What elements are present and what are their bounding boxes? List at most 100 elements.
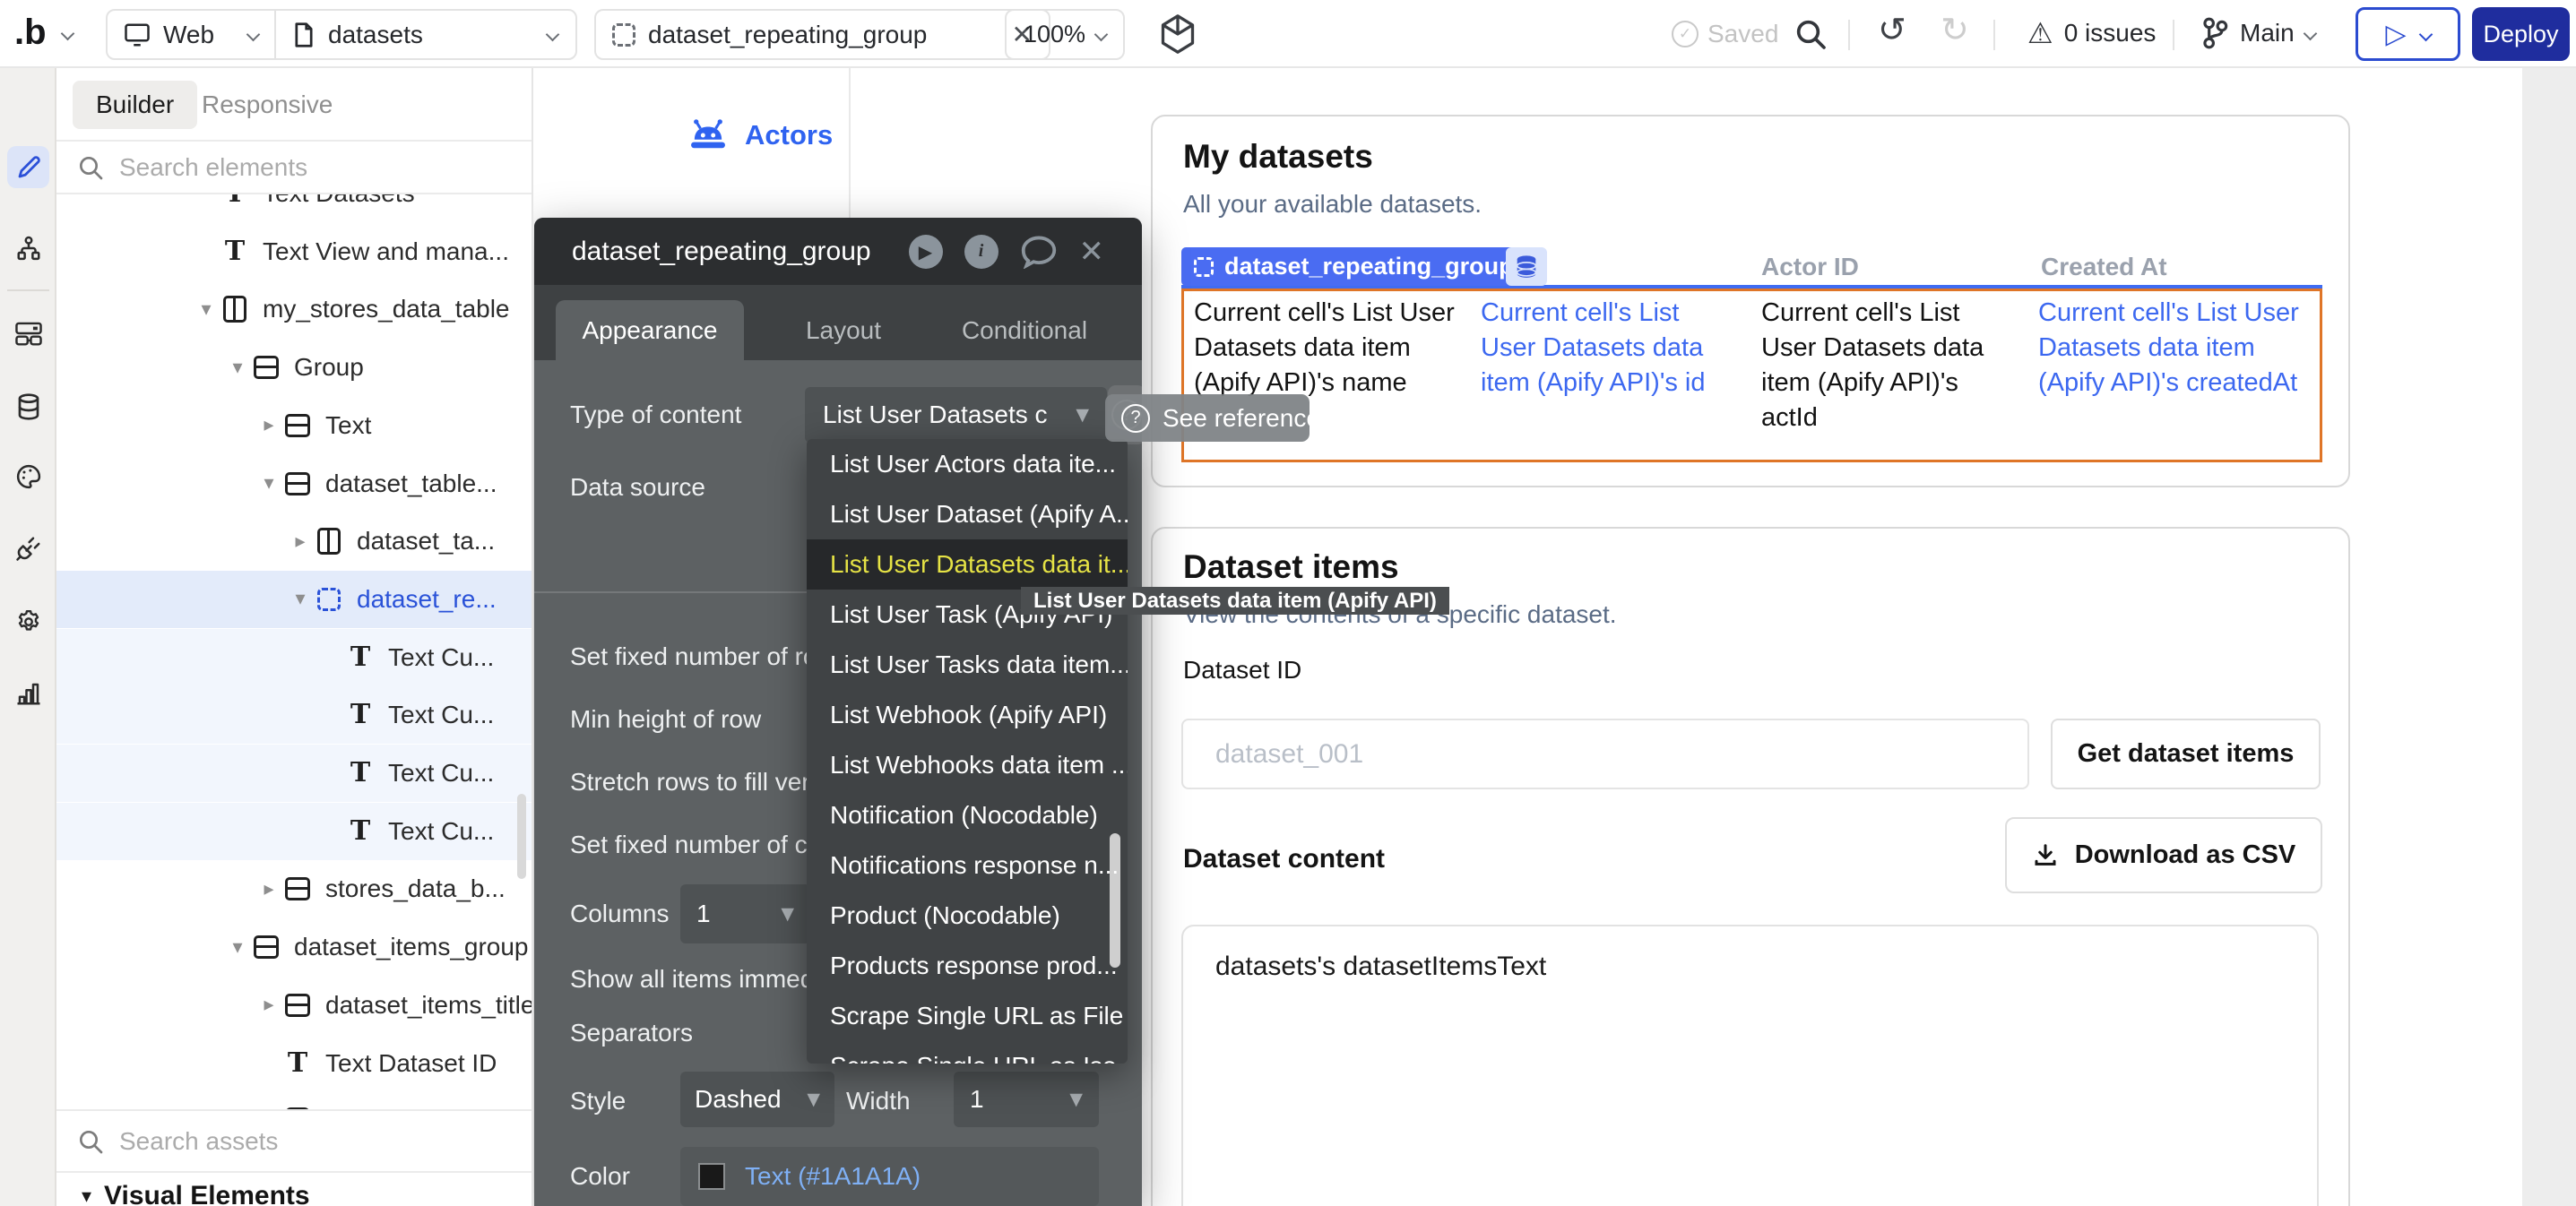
search-elements-field[interactable]: Search elements bbox=[56, 142, 532, 194]
tree-item[interactable]: ▸dataset_items_in... bbox=[56, 1092, 532, 1109]
tree-item[interactable]: ▾my_stores_data_table bbox=[56, 280, 532, 338]
tab-layout[interactable]: Layout bbox=[758, 300, 929, 360]
type-of-content-dropdown[interactable]: List User Datasets c ▼ bbox=[805, 387, 1107, 443]
undo-button[interactable]: ↺ bbox=[1878, 12, 1906, 47]
redo-button[interactable]: ↻ bbox=[1941, 12, 1969, 47]
branch-name: Main bbox=[2240, 19, 2295, 47]
issues-indicator[interactable]: ⚠ 0 issues bbox=[2027, 16, 2156, 50]
platform-label: Web bbox=[163, 21, 214, 49]
page-selector[interactable]: datasets bbox=[276, 11, 575, 58]
table-cell[interactable]: Current cell's List User Datasets data i… bbox=[1194, 296, 1467, 401]
platform-selector[interactable]: Web bbox=[108, 11, 276, 58]
tree-item[interactable]: TText Datasets bbox=[56, 194, 532, 222]
preview-element-icon[interactable]: ▶ bbox=[909, 235, 943, 269]
expand-arrow-icon[interactable]: ▸ bbox=[254, 414, 284, 436]
tab-appearance[interactable]: Appearance bbox=[556, 300, 744, 360]
comment-icon[interactable] bbox=[1020, 235, 1058, 269]
dropdown-option[interactable]: Product (Nocodable) bbox=[807, 891, 1128, 941]
rail-data-button[interactable] bbox=[7, 385, 49, 427]
rail-settings-button[interactable] bbox=[7, 600, 49, 642]
dropdown-option[interactable]: List Webhook (Apify API) bbox=[807, 690, 1128, 740]
table-cell[interactable]: Current cell's List User Datasets data i… bbox=[1481, 296, 1736, 401]
search-assets-field[interactable]: Search assets bbox=[56, 1109, 532, 1171]
columns-stepper[interactable]: 1 ▼ bbox=[680, 884, 810, 943]
collapse-arrow-icon[interactable]: ▾ bbox=[191, 298, 221, 321]
close-icon[interactable]: ✕ bbox=[1079, 234, 1105, 270]
table-cell[interactable]: Current cell's List User Datasets data i… bbox=[1761, 296, 2021, 435]
separator-style-dropdown[interactable]: Dashed ▼ bbox=[680, 1072, 834, 1127]
tree-item[interactable]: ▸Text bbox=[56, 397, 532, 454]
tree-item[interactable]: TText Cu... bbox=[56, 745, 532, 802]
info-icon[interactable]: i bbox=[964, 235, 998, 269]
tree-item[interactable]: ▸dataset_ta... bbox=[56, 513, 532, 570]
collapse-arrow-icon[interactable]: ▾ bbox=[285, 588, 316, 610]
rg-element-icon bbox=[316, 588, 342, 611]
tab-builder[interactable]: Builder bbox=[73, 81, 197, 129]
preview-button[interactable]: ▷ bbox=[2356, 7, 2460, 61]
rail-design-button[interactable] bbox=[7, 146, 49, 188]
tree-item[interactable]: TText Dataset ID bbox=[56, 1035, 532, 1092]
selected-element-chip-label: dataset_repeating_group bbox=[1224, 253, 1514, 280]
property-editor-header[interactable]: dataset_repeating_group ▶ i ✕ bbox=[534, 218, 1142, 285]
tree-item[interactable]: TText Cu... bbox=[56, 803, 532, 860]
dropdown-option[interactable]: Notification (Nocodable) bbox=[807, 790, 1128, 840]
deploy-button[interactable]: Deploy bbox=[2472, 7, 2570, 61]
logo-menu-button[interactable] bbox=[63, 27, 73, 43]
dropdown-option[interactable]: Scrape Single URL as File ... bbox=[807, 991, 1128, 1041]
separator-width-dropdown[interactable]: 1 ▼ bbox=[954, 1072, 1099, 1127]
separator-color-field[interactable]: Text (#1A1A1A) bbox=[680, 1147, 1099, 1206]
collapse-arrow-icon[interactable]: ▾ bbox=[254, 472, 284, 495]
open-tab[interactable]: dataset_repeating_group ✕ bbox=[594, 9, 1050, 60]
dataset-items-title: Dataset items bbox=[1183, 548, 1399, 586]
dropdown-option[interactable]: List User Actors data ite... bbox=[807, 439, 1128, 489]
download-csv-button[interactable]: Download as CSV bbox=[2005, 817, 2322, 893]
dropdown-option[interactable]: Products response prod... bbox=[807, 941, 1128, 991]
tree-scrollbar[interactable] bbox=[517, 794, 526, 879]
tree-item[interactable]: TText Cu... bbox=[56, 629, 532, 686]
rail-logs-button[interactable] bbox=[7, 672, 49, 714]
tab-conditional[interactable]: Conditional bbox=[929, 300, 1120, 360]
dropdown-option[interactable]: Notifications response n... bbox=[807, 840, 1128, 891]
tree-item[interactable]: TText View and mana... bbox=[56, 223, 532, 280]
dropdown-option[interactable]: List User Dataset (Apify A... bbox=[807, 489, 1128, 539]
tree-item[interactable]: ▾dataset_re... bbox=[56, 571, 532, 628]
rail-hierarchy-button[interactable] bbox=[7, 227, 49, 269]
expand-arrow-icon[interactable]: ▸ bbox=[254, 994, 284, 1016]
zoom-selector[interactable]: 100% bbox=[1005, 9, 1125, 60]
rail-styles-button[interactable] bbox=[7, 455, 49, 497]
text-element-icon: T bbox=[347, 702, 374, 728]
tab-responsive[interactable]: Responsive bbox=[189, 81, 345, 129]
get-dataset-items-button[interactable]: Get dataset items bbox=[2051, 719, 2321, 789]
dropdown-option[interactable]: List Webhooks data item ... bbox=[807, 740, 1128, 790]
branch-selector[interactable]: Main bbox=[2200, 16, 2315, 50]
tree-item[interactable]: ▾dataset_items_group bbox=[56, 918, 532, 976]
expand-arrow-icon[interactable]: ▸ bbox=[254, 878, 284, 900]
selected-element-chip[interactable]: dataset_repeating_group bbox=[1181, 247, 1526, 286]
table-cell[interactable]: Current cell's List User Datasets data i… bbox=[2038, 296, 2327, 401]
tree-item[interactable]: ▸dataset_items_title bbox=[56, 977, 532, 1034]
data-source-chip[interactable] bbox=[1506, 247, 1547, 286]
rail-plugins-button[interactable] bbox=[7, 527, 49, 569]
expand-arrow-icon[interactable]: ▸ bbox=[285, 530, 316, 553]
tree-item[interactable]: ▾ Group bbox=[56, 339, 532, 396]
visual-elements-section[interactable]: ▾ Visual Elements bbox=[56, 1171, 532, 1206]
tree-item[interactable]: ▾dataset_table... bbox=[56, 455, 532, 513]
collapse-arrow-icon[interactable]: ▾ bbox=[222, 936, 253, 959]
search-icon[interactable] bbox=[1793, 16, 1828, 52]
see-reference-button[interactable]: ? See reference bbox=[1105, 394, 1310, 442]
tree-item-label: Group bbox=[294, 353, 364, 382]
dropdown-option[interactable]: List User Datasets data it... bbox=[807, 539, 1128, 590]
column-header-created-at: Created At bbox=[2041, 253, 2167, 281]
dropdown-option[interactable]: List User Tasks data item... bbox=[807, 640, 1128, 690]
tree-item[interactable]: TText Cu... bbox=[56, 686, 532, 744]
dataset-content-box[interactable]: datasets's datasetItemsText bbox=[1181, 925, 2319, 1206]
tree-item[interactable]: ▸stores_data_b... bbox=[56, 860, 532, 917]
rail-layout-button[interactable] bbox=[7, 312, 49, 354]
dropdown-option[interactable]: Scrape Single URL as Iso... bbox=[807, 1041, 1128, 1064]
save-status: ✓ Saved bbox=[1672, 20, 1778, 48]
sidebar-item-actors[interactable]: Actors bbox=[687, 119, 833, 151]
collapse-arrow-icon[interactable]: ▾ bbox=[222, 357, 253, 379]
component-cube-icon[interactable] bbox=[1158, 13, 1197, 56]
bubble-logo[interactable]: .b bbox=[14, 13, 47, 53]
dataset-id-input[interactable]: dataset_001 bbox=[1181, 719, 2029, 789]
